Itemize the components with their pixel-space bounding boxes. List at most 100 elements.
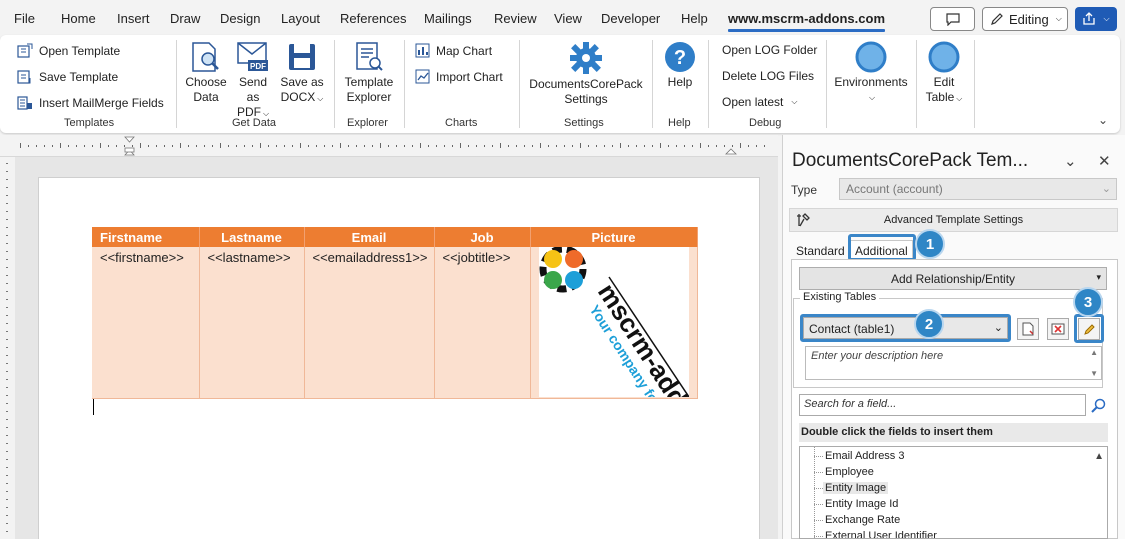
field-search-input[interactable]: Search for a field...: [799, 394, 1086, 416]
open-log-folder-button[interactable]: Open LOG Folder: [722, 43, 817, 57]
header-firstname[interactable]: Firstname: [92, 227, 200, 247]
help-button[interactable]: ? Help: [662, 41, 698, 90]
delete-table-button[interactable]: [1047, 318, 1069, 340]
scroll-up-icon[interactable]: ▲: [1090, 348, 1098, 357]
scroll-down-icon[interactable]: ▼: [1090, 369, 1098, 378]
scroll-up-icon[interactable]: ▲: [1094, 451, 1104, 462]
menu-file[interactable]: File: [14, 11, 35, 26]
ribbon-collapse-chevron-icon[interactable]: ⌄: [1098, 113, 1108, 127]
dropdown-arrow-icon: ▾: [1096, 272, 1101, 282]
insert-mailmerge-button[interactable]: Insert MailMerge Fields: [17, 95, 164, 111]
editing-label: Editing: [1009, 11, 1049, 27]
menu-home[interactable]: Home: [61, 11, 96, 26]
horizontal-ruler[interactable]: [0, 135, 778, 157]
advanced-template-settings-button[interactable]: Advanced Template Settings: [789, 208, 1118, 232]
field-item[interactable]: External User Identifier: [825, 530, 937, 538]
save-template-button[interactable]: Save Template: [17, 69, 118, 85]
callout-highlight-table-select: [800, 314, 1011, 342]
cell-emailaddress[interactable]: <<emailaddress1>>: [304, 247, 435, 399]
panel-close-icon[interactable]: ✕: [1098, 152, 1111, 170]
field-item[interactable]: Email Address 3: [825, 450, 904, 462]
template-explorer-button[interactable]: Template Explorer: [342, 41, 396, 105]
chevron-down-icon: ⌵: [868, 93, 876, 102]
menu-mscrm-addons[interactable]: www.mscrm-addons.com: [728, 11, 885, 32]
field-item[interactable]: Exchange Rate: [825, 514, 900, 526]
panel-title: DocumentsCorePack Tem...: [792, 150, 1029, 171]
envelope-pdf-icon: PDF: [237, 42, 268, 71]
share-button[interactable]: ⌵: [1075, 7, 1117, 31]
dcp-settings-button[interactable]: DocumentsCorePack Settings: [528, 41, 644, 107]
open-template-icon: [17, 43, 33, 58]
tree-connector: [814, 536, 823, 537]
open-latest-button[interactable]: Open latest ⌵: [722, 95, 797, 109]
header-lastname[interactable]: Lastname: [199, 227, 305, 247]
menu-references[interactable]: References: [340, 11, 406, 26]
ribbon: Open Template Save Template Insert MailM…: [0, 35, 1120, 133]
group-separator: [974, 40, 975, 128]
menu-design[interactable]: Design: [220, 11, 260, 26]
type-select[interactable]: Account (account) ⌄: [839, 178, 1117, 200]
document-icon: [1022, 322, 1034, 336]
field-item-selected[interactable]: Entity Image: [823, 482, 889, 494]
callout-highlight-additional: [848, 234, 916, 261]
menu-mailings[interactable]: Mailings: [424, 11, 472, 26]
menu-insert[interactable]: Insert: [117, 11, 150, 26]
ruler-ticks: [20, 136, 765, 156]
group-separator: [176, 40, 177, 128]
documentscorepack-task-pane: DocumentsCorePack Tem... ⌄ ✕ Type Accoun…: [782, 135, 1125, 539]
menu-review[interactable]: Review: [494, 11, 537, 26]
cell-lastname[interactable]: <<lastname>>: [199, 247, 305, 399]
vertical-ruler[interactable]: [0, 157, 15, 539]
comments-button[interactable]: [930, 7, 975, 31]
header-job[interactable]: Job: [434, 227, 531, 247]
menu-draw[interactable]: Draw: [170, 11, 200, 26]
group-separator: [519, 40, 520, 128]
menu-layout[interactable]: Layout: [281, 11, 320, 26]
map-chart-button[interactable]: Map Chart: [415, 43, 492, 58]
panel-options-chevron-icon[interactable]: ⌄: [1064, 152, 1077, 170]
tab-standard[interactable]: Standard: [791, 240, 850, 260]
group-label-templates: Templates: [64, 117, 115, 129]
group-separator: [334, 40, 335, 128]
header-picture[interactable]: Picture: [530, 227, 698, 247]
send-as-pdf-button[interactable]: PDF Send as PDF ⌵: [232, 41, 274, 121]
open-template-button[interactable]: Open Template: [17, 43, 120, 59]
add-relationship-entity-button[interactable]: Add Relationship/Entity ▾: [799, 267, 1107, 290]
delete-log-files-button[interactable]: Delete LOG Files: [722, 69, 814, 83]
tree-connector: [814, 488, 823, 489]
environments-button[interactable]: Environments ⌵: [832, 41, 910, 105]
group-separator: [916, 40, 917, 128]
chevron-down-icon: ⌵: [317, 94, 324, 103]
choose-data-button[interactable]: Choose Data: [185, 41, 227, 105]
field-search-button[interactable]: [1087, 394, 1109, 416]
group-label-debug: Debug: [749, 117, 782, 129]
existing-tables-label: Existing Tables: [800, 291, 880, 303]
header-email[interactable]: Email: [304, 227, 435, 247]
field-item[interactable]: Entity Image Id: [825, 498, 898, 510]
callout-highlight-pencil: [1074, 314, 1104, 343]
group-label-get-data: Get Data: [232, 117, 277, 129]
table-row: <<firstname>> <<lastname>> <<emailaddres…: [92, 247, 698, 399]
field-list-tree[interactable]: Email Address 3 Employee Entity Image En…: [799, 446, 1108, 539]
cell-jobtitle[interactable]: <<jobtitle>>: [434, 247, 531, 399]
floppy-disk-icon: [289, 44, 315, 70]
field-item[interactable]: Employee: [825, 466, 874, 478]
menu-developer[interactable]: Developer: [601, 11, 660, 26]
group-separator: [404, 40, 405, 128]
group-separator: [708, 40, 709, 128]
editing-mode-button[interactable]: Editing ⌵: [982, 7, 1068, 31]
environments-circle-icon: [855, 41, 887, 73]
menu-view[interactable]: View: [554, 11, 582, 26]
import-chart-button[interactable]: Import Chart: [415, 69, 503, 84]
table-properties-button[interactable]: [1017, 318, 1039, 340]
cell-picture[interactable]: mscrm-addons Your company for: [530, 247, 698, 399]
tree-connector: [814, 456, 823, 457]
save-as-docx-button[interactable]: Save as DOCX ⌵: [280, 41, 324, 106]
table-description-textarea[interactable]: Enter your description here ▲ ▼: [805, 346, 1102, 380]
menu-bar: File Home Insert Draw Design Layout Refe…: [0, 0, 1125, 38]
document-table[interactable]: Firstname Lastname Email Job Picture <<f…: [92, 227, 698, 399]
import-chart-icon: [415, 69, 430, 84]
menu-help[interactable]: Help: [681, 11, 708, 26]
cell-firstname[interactable]: <<firstname>>: [92, 247, 200, 399]
edit-table-button[interactable]: Edit Table ⌵: [922, 41, 966, 106]
